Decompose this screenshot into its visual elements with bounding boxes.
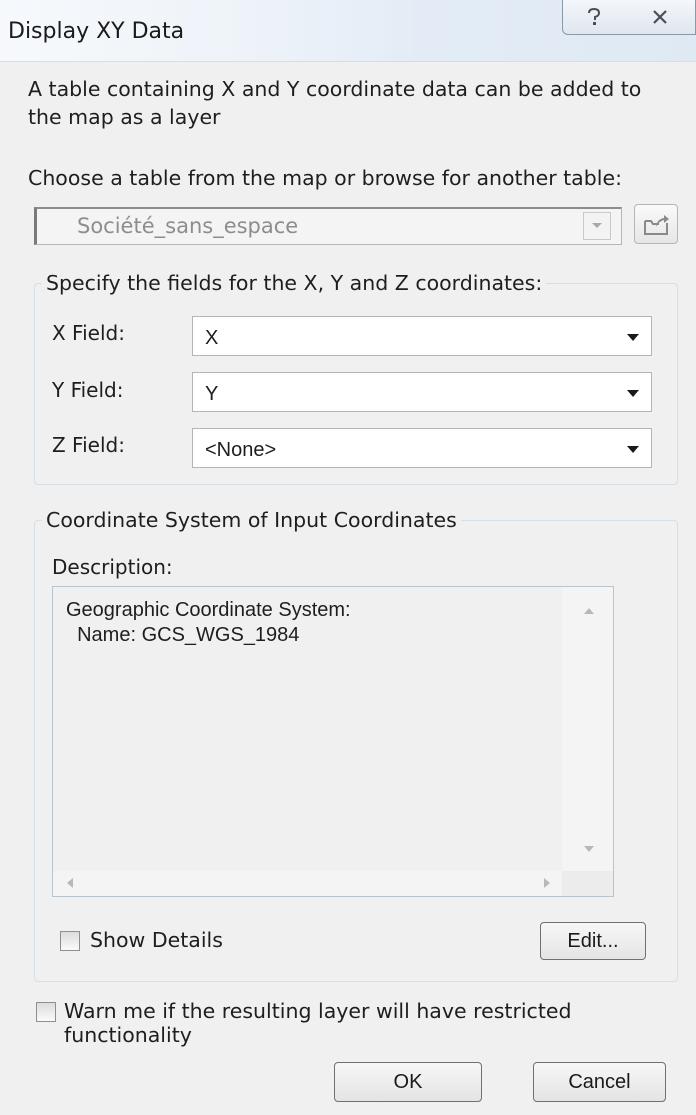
- help-button[interactable]: [562, 0, 626, 35]
- ok-button[interactable]: OK: [334, 1062, 482, 1102]
- chevron-down-icon: [627, 446, 639, 453]
- window-title: Display XY Data: [8, 19, 185, 44]
- table-select-dropdown-button[interactable]: [583, 212, 611, 240]
- x-field-label: X Field:: [52, 321, 125, 345]
- y-field-label: Y Field:: [52, 378, 124, 402]
- chevron-down-icon: [627, 334, 639, 341]
- z-field-value: <None>: [205, 439, 277, 461]
- table-select[interactable]: Société_sans_espace: [34, 207, 622, 245]
- description-label: Description:: [52, 555, 173, 579]
- chevron-down-icon: [627, 390, 639, 397]
- vertical-scrollbar[interactable]: [562, 587, 613, 871]
- y-field-value: Y: [205, 383, 219, 405]
- horizontal-scrollbar[interactable]: [53, 871, 562, 896]
- close-button[interactable]: [625, 0, 696, 35]
- edit-button[interactable]: Edit...: [540, 922, 646, 960]
- x-field-select[interactable]: X: [192, 316, 652, 356]
- z-field-label: Z Field:: [52, 433, 125, 457]
- fields-group-legend: Specify the fields for the X, Y and Z co…: [42, 271, 547, 295]
- show-details-checkbox[interactable]: [60, 931, 80, 951]
- coordinate-system-legend: Coordinate System of Input Coordinates: [42, 508, 461, 532]
- chevron-down-icon: [592, 223, 602, 228]
- scroll-right-icon[interactable]: [544, 878, 550, 888]
- warn-checkbox[interactable]: [36, 1002, 56, 1022]
- browse-button[interactable]: [634, 204, 678, 244]
- scroll-left-icon[interactable]: [67, 878, 73, 888]
- x-field-value: X: [205, 327, 219, 349]
- browse-folder-icon: [644, 215, 669, 235]
- close-icon: [653, 10, 667, 24]
- description-text: Geographic Coordinate System: Name: GCS_…: [66, 598, 351, 648]
- y-field-select[interactable]: Y: [192, 372, 652, 412]
- choose-table-label: Choose a table from the map or browse fo…: [28, 166, 622, 190]
- scroll-up-icon[interactable]: [584, 608, 594, 614]
- z-field-select[interactable]: <None>: [192, 428, 652, 468]
- warn-label[interactable]: Warn me if the resulting layer will have…: [64, 999, 696, 1047]
- scrollbar-corner: [562, 871, 613, 896]
- show-details-label[interactable]: Show Details: [90, 928, 223, 952]
- cancel-button[interactable]: Cancel: [533, 1062, 666, 1102]
- scroll-down-icon[interactable]: [584, 846, 594, 852]
- description-line: Geographic Coordinate System:: [66, 599, 351, 621]
- intro-text: A table containing X and Y coordinate da…: [28, 77, 642, 129]
- description-line: Name: GCS_WGS_1984: [66, 624, 300, 646]
- help-icon: [588, 7, 601, 25]
- table-select-value: Société_sans_espace: [77, 214, 299, 238]
